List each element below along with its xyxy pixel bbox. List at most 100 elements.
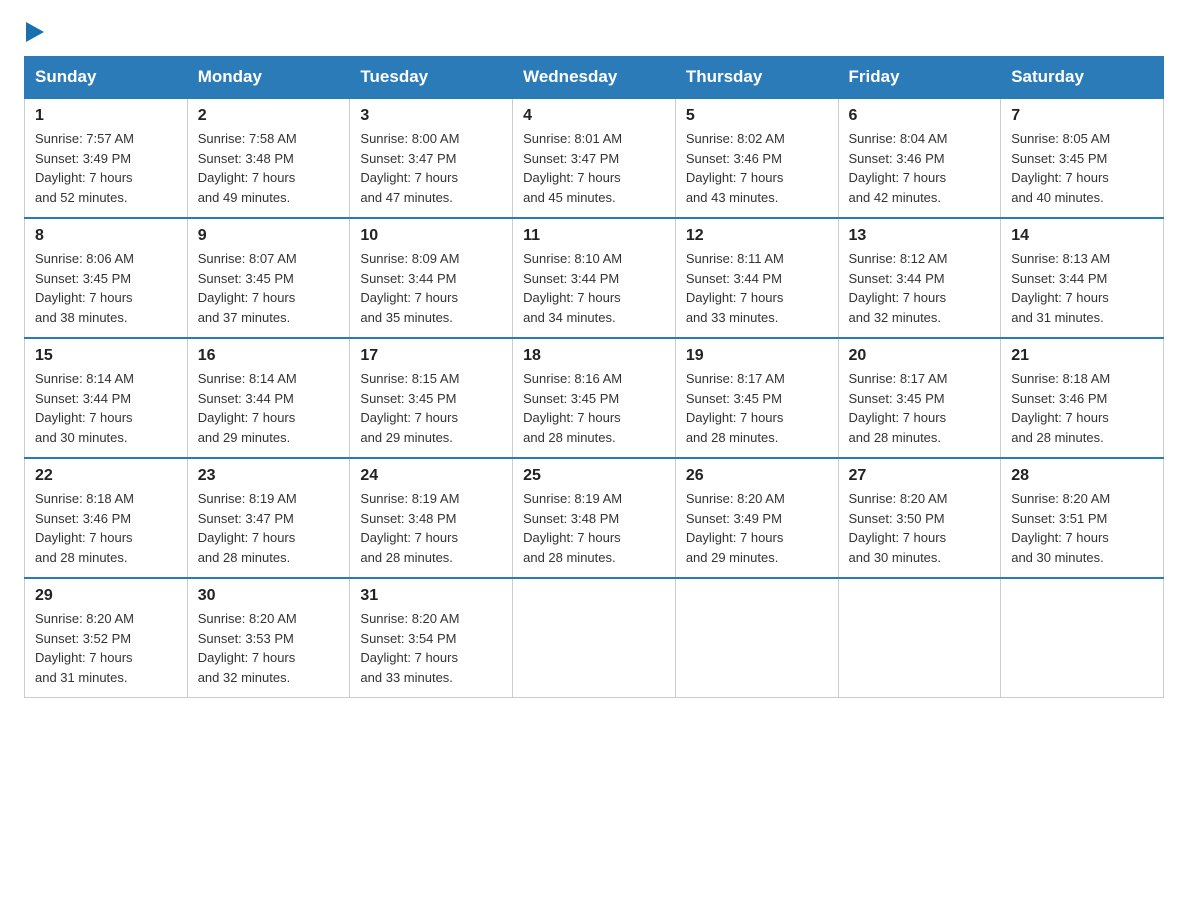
day-number: 21 <box>1011 347 1153 365</box>
day-number: 24 <box>360 467 502 485</box>
day-info: Sunrise: 8:05 AMSunset: 3:45 PMDaylight:… <box>1011 129 1153 207</box>
day-cell-14: 14Sunrise: 8:13 AMSunset: 3:44 PMDayligh… <box>1001 218 1164 338</box>
day-info: Sunrise: 8:20 AMSunset: 3:52 PMDaylight:… <box>35 609 177 687</box>
day-info: Sunrise: 8:20 AMSunset: 3:51 PMDaylight:… <box>1011 489 1153 567</box>
header-wednesday: Wednesday <box>513 57 676 99</box>
day-info: Sunrise: 8:10 AMSunset: 3:44 PMDaylight:… <box>523 249 665 327</box>
day-cell-7: 7 Sunrise: 8:05 AMSunset: 3:45 PMDaylight… <box>1001 98 1164 218</box>
day-info: Sunrise: 8:19 AMSunset: 3:48 PMDaylight:… <box>523 489 665 567</box>
empty-cell <box>838 578 1001 698</box>
day-info: Sunrise: 8:20 AMSunset: 3:53 PMDaylight:… <box>198 609 340 687</box>
day-info: Sunrise: 8:20 AMSunset: 3:54 PMDaylight:… <box>360 609 502 687</box>
day-cell-27: 27 Sunrise: 8:20 AMSunset: 3:50 PMDayligh… <box>838 458 1001 578</box>
day-number: 23 <box>198 467 340 485</box>
day-cell-25: 25Sunrise: 8:19 AMSunset: 3:48 PMDayligh… <box>513 458 676 578</box>
day-number: 8 <box>35 227 177 245</box>
day-cell-16: 16 Sunrise: 8:14 AMSunset: 3:44 PMDayligh… <box>187 338 350 458</box>
header-thursday: Thursday <box>675 57 838 99</box>
day-cell-1: 1Sunrise: 7:57 AMSunset: 3:49 PMDaylight… <box>25 98 188 218</box>
day-info: Sunrise: 8:07 AMSunset: 3:45 PMDaylight:… <box>198 249 340 327</box>
day-number: 1 <box>35 107 177 125</box>
day-number: 5 <box>686 107 828 125</box>
day-cell-26: 26 Sunrise: 8:20 AMSunset: 3:49 PMDayligh… <box>675 458 838 578</box>
day-number: 7 <box>1011 107 1153 125</box>
day-info: Sunrise: 8:02 AMSunset: 3:46 PMDaylight:… <box>686 129 828 207</box>
day-cell-6: 6 Sunrise: 8:04 AMSunset: 3:46 PMDaylight… <box>838 98 1001 218</box>
day-number: 6 <box>849 107 991 125</box>
day-info: Sunrise: 8:14 AMSunset: 3:44 PMDaylight:… <box>35 369 177 447</box>
page-header <box>24 24 1164 40</box>
day-cell-2: 2 Sunrise: 7:58 AMSunset: 3:48 PMDaylight… <box>187 98 350 218</box>
day-number: 17 <box>360 347 502 365</box>
day-info: Sunrise: 8:11 AMSunset: 3:44 PMDaylight:… <box>686 249 828 327</box>
empty-cell <box>675 578 838 698</box>
day-info: Sunrise: 8:19 AMSunset: 3:48 PMDaylight:… <box>360 489 502 567</box>
header-friday: Friday <box>838 57 1001 99</box>
empty-cell <box>1001 578 1164 698</box>
day-cell-8: 8 Sunrise: 8:06 AMSunset: 3:45 PMDaylight… <box>25 218 188 338</box>
day-number: 3 <box>360 107 502 125</box>
header-saturday: Saturday <box>1001 57 1164 99</box>
logo <box>24 24 44 40</box>
day-number: 12 <box>686 227 828 245</box>
day-number: 30 <box>198 587 340 605</box>
day-number: 13 <box>849 227 991 245</box>
day-info: Sunrise: 8:17 AMSunset: 3:45 PMDaylight:… <box>849 369 991 447</box>
week-row-5: 29 Sunrise: 8:20 AMSunset: 3:52 PMDayligh… <box>25 578 1164 698</box>
day-number: 28 <box>1011 467 1153 485</box>
day-number: 20 <box>849 347 991 365</box>
day-number: 10 <box>360 227 502 245</box>
day-number: 26 <box>686 467 828 485</box>
header-monday: Monday <box>187 57 350 99</box>
day-number: 27 <box>849 467 991 485</box>
day-cell-11: 11 Sunrise: 8:10 AMSunset: 3:44 PMDayligh… <box>513 218 676 338</box>
day-info: Sunrise: 8:06 AMSunset: 3:45 PMDaylight:… <box>35 249 177 327</box>
day-info: Sunrise: 7:58 AMSunset: 3:48 PMDaylight:… <box>198 129 340 207</box>
day-info: Sunrise: 8:16 AMSunset: 3:45 PMDaylight:… <box>523 369 665 447</box>
day-cell-20: 20 Sunrise: 8:17 AMSunset: 3:45 PMDayligh… <box>838 338 1001 458</box>
empty-cell <box>513 578 676 698</box>
day-number: 9 <box>198 227 340 245</box>
day-info: Sunrise: 8:13 AMSunset: 3:44 PMDaylight:… <box>1011 249 1153 327</box>
day-info: Sunrise: 8:01 AMSunset: 3:47 PMDaylight:… <box>523 129 665 207</box>
day-cell-28: 28 Sunrise: 8:20 AMSunset: 3:51 PMDayligh… <box>1001 458 1164 578</box>
week-row-3: 15 Sunrise: 8:14 AMSunset: 3:44 PMDayligh… <box>25 338 1164 458</box>
day-number: 16 <box>198 347 340 365</box>
week-row-2: 8 Sunrise: 8:06 AMSunset: 3:45 PMDaylight… <box>25 218 1164 338</box>
day-info: Sunrise: 8:17 AMSunset: 3:45 PMDaylight:… <box>686 369 828 447</box>
day-number: 15 <box>35 347 177 365</box>
day-info: Sunrise: 8:00 AMSunset: 3:47 PMDaylight:… <box>360 129 502 207</box>
logo-triangle-icon <box>26 22 44 42</box>
day-cell-9: 9 Sunrise: 8:07 AMSunset: 3:45 PMDaylight… <box>187 218 350 338</box>
day-cell-19: 19Sunrise: 8:17 AMSunset: 3:45 PMDayligh… <box>675 338 838 458</box>
week-row-1: 1Sunrise: 7:57 AMSunset: 3:49 PMDaylight… <box>25 98 1164 218</box>
day-number: 31 <box>360 587 502 605</box>
day-number: 29 <box>35 587 177 605</box>
day-info: Sunrise: 8:14 AMSunset: 3:44 PMDaylight:… <box>198 369 340 447</box>
day-info: Sunrise: 8:20 AMSunset: 3:50 PMDaylight:… <box>849 489 991 567</box>
day-cell-30: 30 Sunrise: 8:20 AMSunset: 3:53 PMDayligh… <box>187 578 350 698</box>
day-number: 2 <box>198 107 340 125</box>
day-number: 4 <box>523 107 665 125</box>
day-number: 22 <box>35 467 177 485</box>
day-cell-5: 5 Sunrise: 8:02 AMSunset: 3:46 PMDaylight… <box>675 98 838 218</box>
day-info: Sunrise: 8:18 AMSunset: 3:46 PMDaylight:… <box>1011 369 1153 447</box>
day-cell-31: 31 Sunrise: 8:20 AMSunset: 3:54 PMDayligh… <box>350 578 513 698</box>
day-cell-13: 13Sunrise: 8:12 AMSunset: 3:44 PMDayligh… <box>838 218 1001 338</box>
calendar-header-row: SundayMondayTuesdayWednesdayThursdayFrid… <box>25 57 1164 99</box>
day-info: Sunrise: 8:09 AMSunset: 3:44 PMDaylight:… <box>360 249 502 327</box>
day-info: Sunrise: 8:18 AMSunset: 3:46 PMDaylight:… <box>35 489 177 567</box>
calendar-table: SundayMondayTuesdayWednesdayThursdayFrid… <box>24 56 1164 698</box>
day-cell-4: 4 Sunrise: 8:01 AMSunset: 3:47 PMDaylight… <box>513 98 676 218</box>
day-number: 11 <box>523 227 665 245</box>
day-cell-23: 23Sunrise: 8:19 AMSunset: 3:47 PMDayligh… <box>187 458 350 578</box>
day-cell-29: 29 Sunrise: 8:20 AMSunset: 3:52 PMDayligh… <box>25 578 188 698</box>
day-info: Sunrise: 8:04 AMSunset: 3:46 PMDaylight:… <box>849 129 991 207</box>
day-number: 18 <box>523 347 665 365</box>
day-info: Sunrise: 8:20 AMSunset: 3:49 PMDaylight:… <box>686 489 828 567</box>
day-info: Sunrise: 8:15 AMSunset: 3:45 PMDaylight:… <box>360 369 502 447</box>
header-sunday: Sunday <box>25 57 188 99</box>
day-cell-10: 10 Sunrise: 8:09 AMSunset: 3:44 PMDayligh… <box>350 218 513 338</box>
day-cell-22: 22 Sunrise: 8:18 AMSunset: 3:46 PMDayligh… <box>25 458 188 578</box>
day-cell-3: 3 Sunrise: 8:00 AMSunset: 3:47 PMDaylight… <box>350 98 513 218</box>
